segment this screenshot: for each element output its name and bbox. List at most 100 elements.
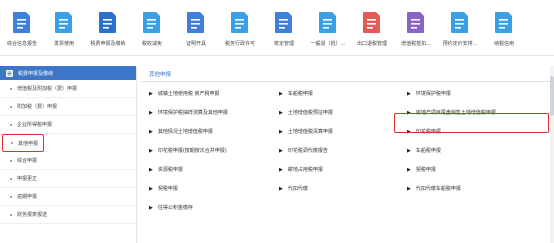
play-arrow-icon: ▶ [279,166,283,173]
toolbar-item-11[interactable]: 纳税信用 [482,0,526,56]
toolbar-item-5[interactable]: 税务行政许可 [218,0,262,56]
toolbar-item-0[interactable]: 综合信息报告 [2,0,42,56]
declaration-link[interactable]: ▶ 契税申报 [141,179,271,198]
play-arrow-icon: ▶ [279,90,283,97]
declaration-label: 车船税申报 [287,91,313,97]
play-arrow-icon: ▶ [279,109,283,116]
declaration-link[interactable]: ▶ 印花税调代缴报告 [271,141,399,160]
declaration-label: 城镇土地使用税 房产税申报 [157,91,220,97]
bullet-icon [10,177,12,180]
declaration-link[interactable]: ▶ 其他情况土地增值税申报 [141,122,271,141]
highlight-box [394,113,549,133]
toolbar-item-1[interactable]: 发票使用 [42,0,86,56]
top-toolbar: 综合信息报告 发票使用 税费申报及缴纳 税收减免 证明开具 税务行政许可 核定管理 一般退（抵… [0,0,554,56]
export-refund-icon [362,10,382,34]
sidebar-item-4[interactable]: 综合申报 [0,152,136,170]
approve-manage-icon [274,10,294,34]
sidebar-item-3[interactable]: 其他申报 [2,134,44,152]
sidebar-item-label: 综合申报 [17,158,38,164]
main-header: 其他申报 [141,66,551,82]
declaration-link[interactable]: ▶ 印花税申报(按期按次合并申报) [141,141,271,160]
play-arrow-icon: ▶ [149,128,153,135]
toolbar-item-8[interactable]: 出口退税管理 [350,0,394,56]
menu-icon [6,69,13,77]
declaration-link[interactable]: ▶ 环境保护税申报 [399,84,529,103]
declaration-link[interactable]: ▶ 土地增值税预征申报 [271,103,399,122]
tax-reduce-icon [142,10,162,34]
sidebar-item-0[interactable]: 增值税及附加税（费）申报 [0,80,136,98]
declaration-link[interactable]: ▶ 车船税申报 [271,84,399,103]
play-arrow-icon: ▶ [279,128,283,135]
declaration-link[interactable]: ▶ 车船税申报 [399,141,529,160]
refund-icon [318,10,338,34]
play-arrow-icon: ▶ [149,90,153,97]
bullet-icon [10,105,12,108]
toolbar-item-9[interactable]: 增值税抵扣... [394,0,438,56]
play-arrow-icon: ▶ [407,90,411,97]
declaration-label: 印花税调代缴报告 [287,148,328,154]
play-arrow-icon: ▶ [279,185,283,192]
sidebar-item-label: 逾期申报 [17,194,38,200]
declaration-label: 资源税申报 [157,167,183,173]
doc-upload-icon [12,10,32,34]
grid-row: ▶ 往得公积金缴存 [141,198,551,217]
declaration-link[interactable]: ▶ 代扣代缴车船税申报 [399,179,529,198]
declaration-label: 契税申报 [157,186,178,192]
grid-row: ▶ 印花税申报(按期按次合并申报) ▶ 印花税调代缴报告 ▶ 车船税申报 [141,141,551,160]
declaration-link[interactable]: ▶ 契税申报 [399,160,529,179]
declaration-link [399,198,529,217]
tax-declare-icon [98,10,118,34]
sidebar-item-5[interactable]: 申报更正 [0,170,136,188]
credit-icon [494,10,514,34]
play-arrow-icon: ▶ [149,204,153,211]
declaration-grid: ▶ 城镇土地使用税 房产税申报 ▶ 车船税申报 ▶ 环境保护税申报 ▶ 环境保护税抽样测算及其… [141,84,551,217]
play-arrow-icon: ▶ [149,109,153,116]
scrollbar-thumb[interactable] [550,76,554,116]
declaration-link[interactable]: ▶ 代扣代缴 [271,179,399,198]
pricing-icon [450,10,470,34]
declaration-label: 其他情况土地增值税申报 [157,129,213,135]
toolbar-item-label: 一般退（抵）... [310,41,346,47]
declaration-label: 车船税申报 [415,148,441,154]
toolbar-item-label: 综合信息报告 [6,41,37,47]
declaration-label: 代扣代缴 [287,186,308,192]
declaration-link[interactable]: ▶ 往得公积金缴存 [141,198,271,217]
scrollbar[interactable] [550,66,554,243]
bullet-icon [10,213,12,216]
bullet-icon [10,123,12,126]
toolbar-item-7[interactable]: 一般退（抵）... [306,0,350,56]
declaration-label: 土地增值税清算申报 [287,129,333,135]
toolbar-item-label: 纳税信用 [493,41,514,47]
sidebar-header: 税费申报及缴纳 [0,66,136,80]
toolbar-item-label: 预约定价安排... [442,41,478,47]
sidebar-item-1[interactable]: 附加税（费）申报 [0,98,136,116]
declaration-link[interactable]: ▶ 环境保护税抽样测算及其他申报 [141,103,271,122]
toolbar-item-4[interactable]: 证明开具 [174,0,218,56]
toolbar-item-label: 出口退税管理 [356,41,387,47]
declaration-label: 代扣代缴车船税申报 [415,186,461,192]
grid-row: ▶ 城镇土地使用税 房产税申报 ▶ 车船税申报 ▶ 环境保护税申报 [141,84,551,103]
toolbar-item-6[interactable]: 核定管理 [262,0,306,56]
declaration-link[interactable]: ▶ 土地增值税清算申报 [271,122,399,141]
sidebar-item-label: 申报更正 [17,176,38,182]
toolbar-item-10[interactable]: 预约定价安排... [438,0,482,56]
declaration-label: 土地增值税预征申报 [287,110,333,116]
play-arrow-icon: ▶ [279,147,283,154]
grid-row: ▶ 契税申报 ▶ 代扣代缴 ▶ 代扣代缴车船税申报 [141,179,551,198]
sidebar: 税费申报及缴纳 增值税及附加税（费）申报 附加税（费）申报 企业所得税申报 其他申报综… [0,66,137,243]
declaration-link[interactable]: ▶ 城镇土地使用税 房产税申报 [141,84,271,103]
play-arrow-icon: ▶ [407,166,411,173]
declaration-link[interactable]: ▶ 资源税申报 [141,160,271,179]
play-arrow-icon: ▶ [149,185,153,192]
sidebar-item-7[interactable]: 财务报表报送 [0,206,136,224]
declaration-link[interactable]: ▶ 耕地占用税申报 [271,160,399,179]
vat-deduct-icon [406,10,426,34]
declaration-label: 耕地占用税申报 [287,167,323,173]
toolbar-item-3[interactable]: 税收减免 [130,0,174,56]
bullet-icon [10,87,12,90]
toolbar-item-2[interactable]: 税费申报及缴纳 [86,0,130,56]
declaration-label: 环境保护税抽样测算及其他申报 [157,110,228,116]
sidebar-item-6[interactable]: 逾期申报 [0,188,136,206]
sidebar-item-label: 财务报表报送 [17,212,48,218]
sidebar-item-2[interactable]: 企业所得税申报 [0,116,136,134]
